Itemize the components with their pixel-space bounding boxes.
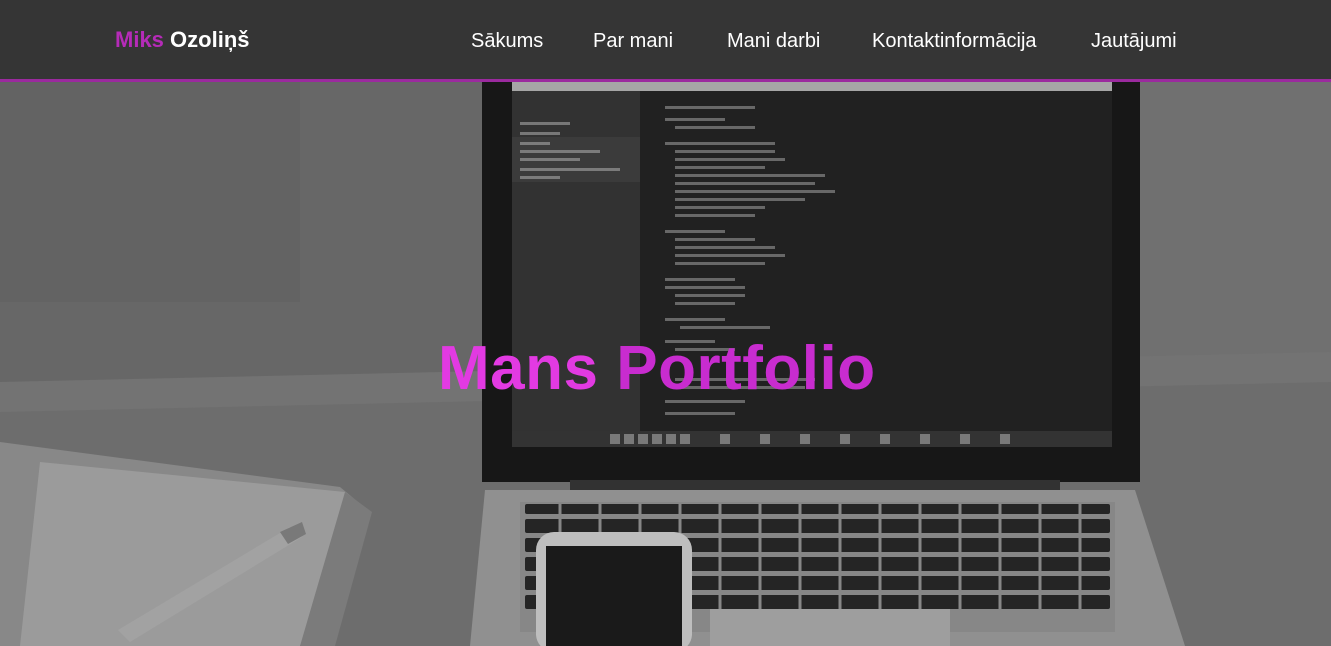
hero-title-word-2: Portfolio <box>616 334 876 403</box>
hero-title: Mans Portfolio <box>438 334 876 404</box>
site-header: Miks Ozoliņš Sākums Par mani Mani darbi … <box>0 0 1331 82</box>
nav-item-sakums[interactable]: Sākums <box>471 29 543 53</box>
nav-item-kontaktinformacija[interactable]: Kontaktinformācija <box>872 29 1037 53</box>
hero-section: Mans Portfolio <box>0 82 1331 646</box>
main-nav: Sākums Par mani Mani darbi Kontaktinform… <box>0 29 1331 53</box>
nav-item-mani-darbi[interactable]: Mani darbi <box>727 29 820 53</box>
nav-item-par-mani[interactable]: Par mani <box>593 29 673 53</box>
hero-title-word-1: Mans <box>438 334 599 403</box>
nav-item-jautajumi[interactable]: Jautājumi <box>1091 29 1177 53</box>
